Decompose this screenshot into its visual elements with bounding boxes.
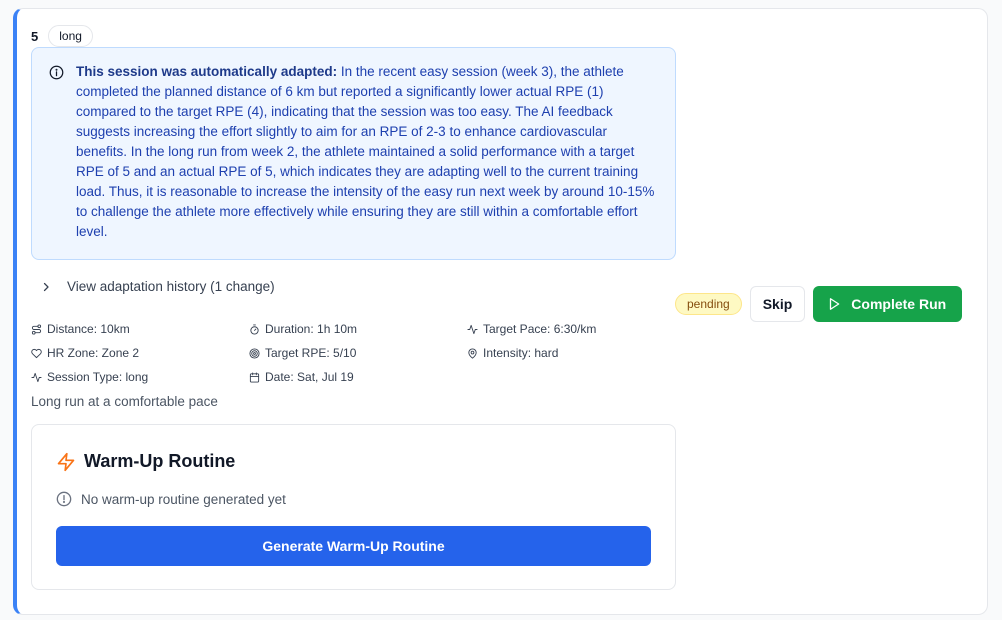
session-number: 5	[31, 28, 39, 44]
status-badge: pending	[675, 293, 742, 315]
detail-duration-text: Duration: 1h 10m	[265, 322, 358, 336]
complete-run-label: Complete Run	[851, 296, 947, 312]
activity-icon	[467, 324, 478, 334]
heart-icon	[31, 348, 42, 358]
generate-warmup-button[interactable]: Generate Warm-Up Routine	[56, 526, 651, 566]
adaptation-message: This session was automatically adapted: …	[76, 62, 659, 242]
warmup-empty-text: No warm-up routine generated yet	[81, 491, 286, 507]
map-pin-icon	[468, 347, 477, 359]
detail-date-text: Date: Sat, Jul 19	[265, 370, 354, 384]
warmup-header: Warm-Up Routine	[56, 451, 235, 472]
activity-icon	[31, 372, 42, 382]
complete-run-button[interactable]: Complete Run	[813, 286, 963, 322]
detail-distance-text: Distance: 10km	[47, 322, 130, 336]
session-description: Long run at a comfortable pace	[31, 394, 218, 409]
target-icon	[249, 347, 260, 359]
session-details: Distance: 10km Duration: 1h 10m Target P…	[31, 320, 685, 386]
detail-target-pace-text: Target Pace: 6:30/km	[483, 322, 597, 336]
adaptation-lead: This session was automatically adapted:	[76, 64, 338, 79]
warmup-card: Warm-Up Routine No warm-up routine gener…	[31, 424, 676, 590]
warmup-empty-state: No warm-up routine generated yet	[56, 491, 286, 507]
calendar-icon	[249, 371, 260, 383]
timer-icon	[250, 323, 259, 335]
detail-session-type-text: Session Type: long	[47, 370, 149, 384]
detail-target-rpe-text: Target RPE: 5/10	[265, 346, 357, 360]
detail-date: Date: Sat, Jul 19	[249, 368, 467, 386]
play-icon	[830, 298, 840, 310]
detail-hr-zone-text: HR Zone: Zone 2	[47, 346, 140, 360]
adaptation-notice: This session was automatically adapted: …	[31, 47, 676, 260]
info-icon	[49, 65, 64, 80]
adaptation-history-label: View adaptation history (1 change)	[67, 279, 275, 294]
chevron-right-icon	[43, 282, 49, 291]
session-type-badge: long	[48, 25, 93, 47]
detail-intensity: Intensity: hard	[467, 344, 685, 362]
session-header: 5 long	[31, 25, 93, 47]
route-icon	[31, 323, 42, 335]
detail-hr-zone: HR Zone: Zone 2	[31, 344, 249, 362]
adaptation-history-toggle[interactable]: View adaptation history (1 change)	[40, 279, 275, 294]
detail-intensity-text: Intensity: hard	[483, 346, 559, 360]
alert-circle-icon	[56, 491, 72, 507]
skip-button[interactable]: Skip	[749, 286, 806, 322]
adaptation-text: In the recent easy session (week 3), the…	[76, 64, 655, 239]
lightning-icon	[57, 452, 75, 471]
warmup-title: Warm-Up Routine	[84, 451, 236, 471]
detail-target-rpe: Target RPE: 5/10	[249, 344, 467, 362]
detail-duration: Duration: 1h 10m	[249, 320, 467, 338]
detail-target-pace: Target Pace: 6:30/km	[467, 320, 685, 338]
session-actions: pending Skip Complete Run	[675, 286, 963, 322]
detail-session-type: Session Type: long	[31, 368, 249, 386]
detail-distance: Distance: 10km	[31, 320, 249, 338]
